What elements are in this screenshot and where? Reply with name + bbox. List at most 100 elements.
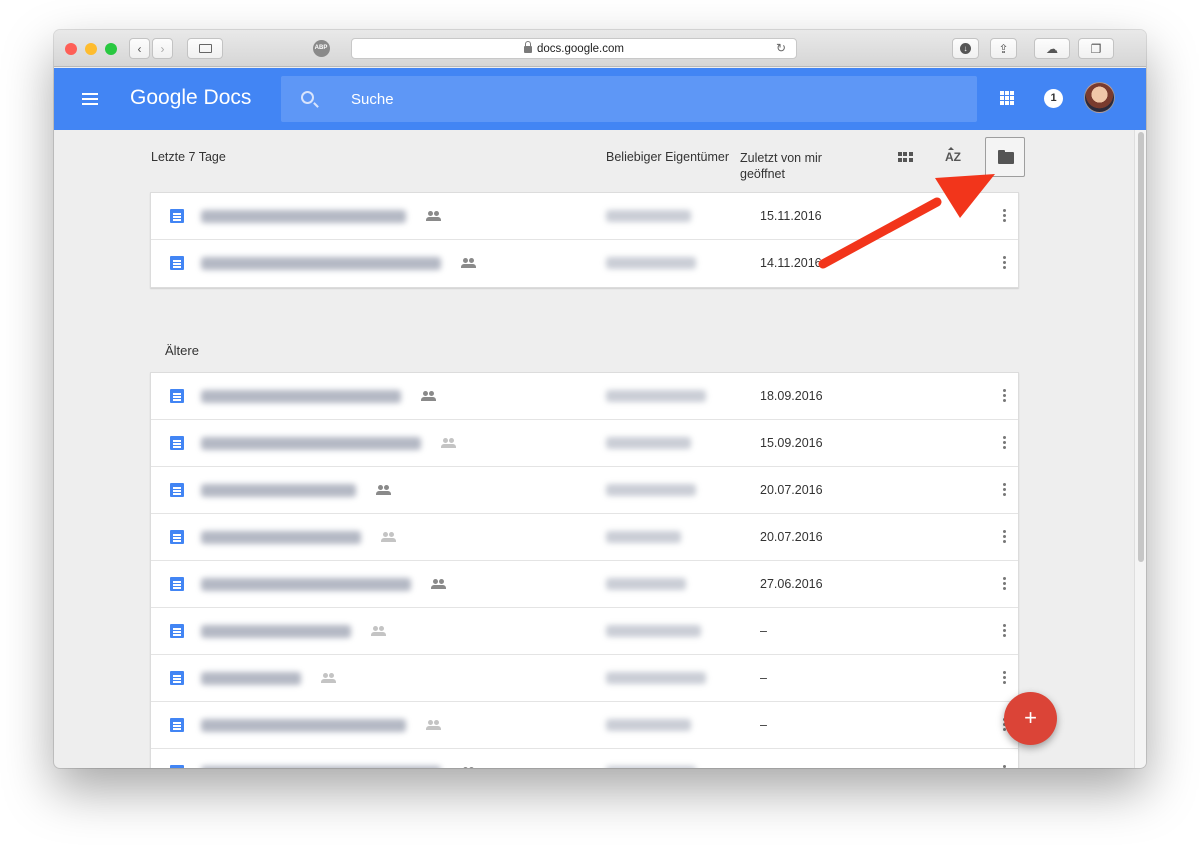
table-row[interactable]: – (151, 655, 1018, 702)
browser-titlebar: ‹ › ABP docs.google.com ↻ ↓ ⇪ ☁ ❐ (54, 30, 1146, 67)
document-owner-redacted (606, 578, 686, 590)
url-text: docs.google.com (537, 42, 624, 55)
table-row[interactable]: 14.11.2016 (151, 240, 1018, 287)
more-options-icon[interactable] (1003, 483, 1006, 498)
scrollbar-thumb[interactable] (1138, 132, 1144, 562)
search-input[interactable] (351, 89, 951, 109)
document-owner-redacted (606, 719, 691, 731)
downloads-button[interactable]: ↓ (952, 38, 979, 59)
document-icon (170, 483, 184, 497)
document-owner-redacted (606, 257, 696, 269)
last-opened-date: 15.09.2016 (760, 436, 823, 450)
document-icon (170, 389, 184, 403)
reload-icon[interactable]: ↻ (776, 41, 786, 55)
document-icon (170, 718, 184, 732)
table-row[interactable]: – (151, 749, 1018, 768)
shared-people-icon (426, 720, 442, 730)
minimize-window-button[interactable] (85, 43, 97, 55)
document-title-redacted[interactable] (201, 531, 361, 544)
document-title-redacted[interactable] (201, 484, 356, 497)
table-row[interactable]: – (151, 608, 1018, 655)
document-icon (170, 209, 184, 223)
forward-button[interactable]: › (152, 38, 173, 59)
sort-az-button[interactable]: AZ (938, 143, 968, 171)
sidebar-toggle-button[interactable] (187, 38, 223, 59)
open-file-picker-button[interactable] (985, 137, 1025, 177)
notification-badge[interactable]: 1 (1044, 89, 1063, 108)
document-title-redacted[interactable] (201, 257, 441, 270)
app-logo[interactable]: Google Docs (130, 86, 251, 110)
document-title-redacted[interactable] (201, 578, 411, 591)
new-document-button[interactable]: + (1004, 692, 1057, 745)
search-box[interactable] (281, 76, 977, 122)
grid-view-icon (897, 151, 913, 163)
share-icon: ⇪ (998, 41, 1009, 56)
last-opened-date: – (760, 624, 767, 638)
table-row[interactable]: 15.11.2016 (151, 193, 1018, 240)
table-row[interactable]: 20.07.2016 (151, 514, 1018, 561)
last-opened-date: 20.07.2016 (760, 483, 823, 497)
recent-docs-list: 15.11.2016 14.11.2016 (150, 192, 1019, 288)
lock-icon (524, 41, 533, 53)
back-button[interactable]: ‹ (129, 38, 150, 59)
adblock-button[interactable]: ABP (307, 38, 335, 59)
document-list-area: Letzte 7 Tage Beliebiger Eigentümer Zule… (54, 130, 1134, 768)
table-row[interactable]: 27.06.2016 (151, 561, 1018, 608)
table-row[interactable]: 15.09.2016 (151, 420, 1018, 467)
more-options-icon[interactable] (1003, 671, 1006, 686)
section-title-older: Ältere (165, 343, 199, 358)
more-options-icon[interactable] (1003, 765, 1006, 768)
more-options-icon[interactable] (1003, 436, 1006, 451)
shared-people-icon (421, 391, 437, 401)
document-title-redacted[interactable] (201, 766, 441, 768)
browser-window: ‹ › ABP docs.google.com ↻ ↓ ⇪ ☁ ❐ Google… (54, 30, 1146, 768)
share-button[interactable]: ⇪ (990, 38, 1017, 59)
document-title-redacted[interactable] (201, 437, 421, 450)
document-title-redacted[interactable] (201, 672, 301, 685)
tabs-icon: ❐ (1090, 41, 1102, 56)
sidebar-icon (198, 44, 212, 53)
shared-people-icon (461, 258, 477, 268)
avatar[interactable] (1084, 82, 1115, 113)
document-icon (170, 765, 184, 768)
sort-column-header[interactable]: Zuletzt von mir geöffnet (740, 150, 822, 182)
document-owner-redacted (606, 437, 691, 449)
shared-people-icon (431, 579, 447, 589)
close-window-button[interactable] (65, 43, 77, 55)
document-title-redacted[interactable] (201, 390, 401, 403)
icloud-tabs-button[interactable]: ☁ (1034, 38, 1070, 59)
more-options-icon[interactable] (1003, 624, 1006, 639)
shared-people-icon (381, 532, 397, 542)
more-options-icon[interactable] (1003, 256, 1006, 271)
sort-az-icon: AZ (945, 147, 961, 164)
section-title-recent: Letzte 7 Tage (151, 150, 226, 164)
document-icon (170, 256, 184, 270)
more-options-icon[interactable] (1003, 209, 1006, 224)
more-options-icon[interactable] (1003, 577, 1006, 592)
shared-people-icon (321, 673, 337, 683)
document-title-redacted[interactable] (201, 210, 406, 223)
shared-people-icon (376, 485, 392, 495)
address-bar[interactable]: docs.google.com ↻ (351, 38, 797, 59)
more-options-icon[interactable] (1003, 530, 1006, 545)
docs-app-bar: Google Docs 1 (54, 68, 1146, 130)
table-row[interactable]: 18.09.2016 (151, 373, 1018, 420)
grid-view-button[interactable] (890, 143, 920, 171)
table-row[interactable]: – (151, 702, 1018, 749)
menu-icon[interactable] (82, 93, 98, 105)
download-icon: ↓ (960, 43, 971, 54)
maximize-window-button[interactable] (105, 43, 117, 55)
shared-people-icon (426, 211, 442, 221)
tabs-overview-button[interactable]: ❐ (1078, 38, 1114, 59)
apps-grid-icon[interactable] (1000, 91, 1014, 105)
table-row[interactable]: 20.07.2016 (151, 467, 1018, 514)
scrollbar[interactable] (1134, 130, 1146, 768)
document-title-redacted[interactable] (201, 719, 406, 732)
more-options-icon[interactable] (1003, 389, 1006, 404)
owner-filter-dropdown[interactable]: Beliebiger Eigentümer (606, 150, 729, 164)
last-opened-date: 18.09.2016 (760, 389, 823, 403)
document-owner-redacted (606, 210, 691, 222)
document-title-redacted[interactable] (201, 625, 351, 638)
document-owner-redacted (606, 390, 706, 402)
last-opened-date: 14.11.2016 (760, 256, 822, 270)
